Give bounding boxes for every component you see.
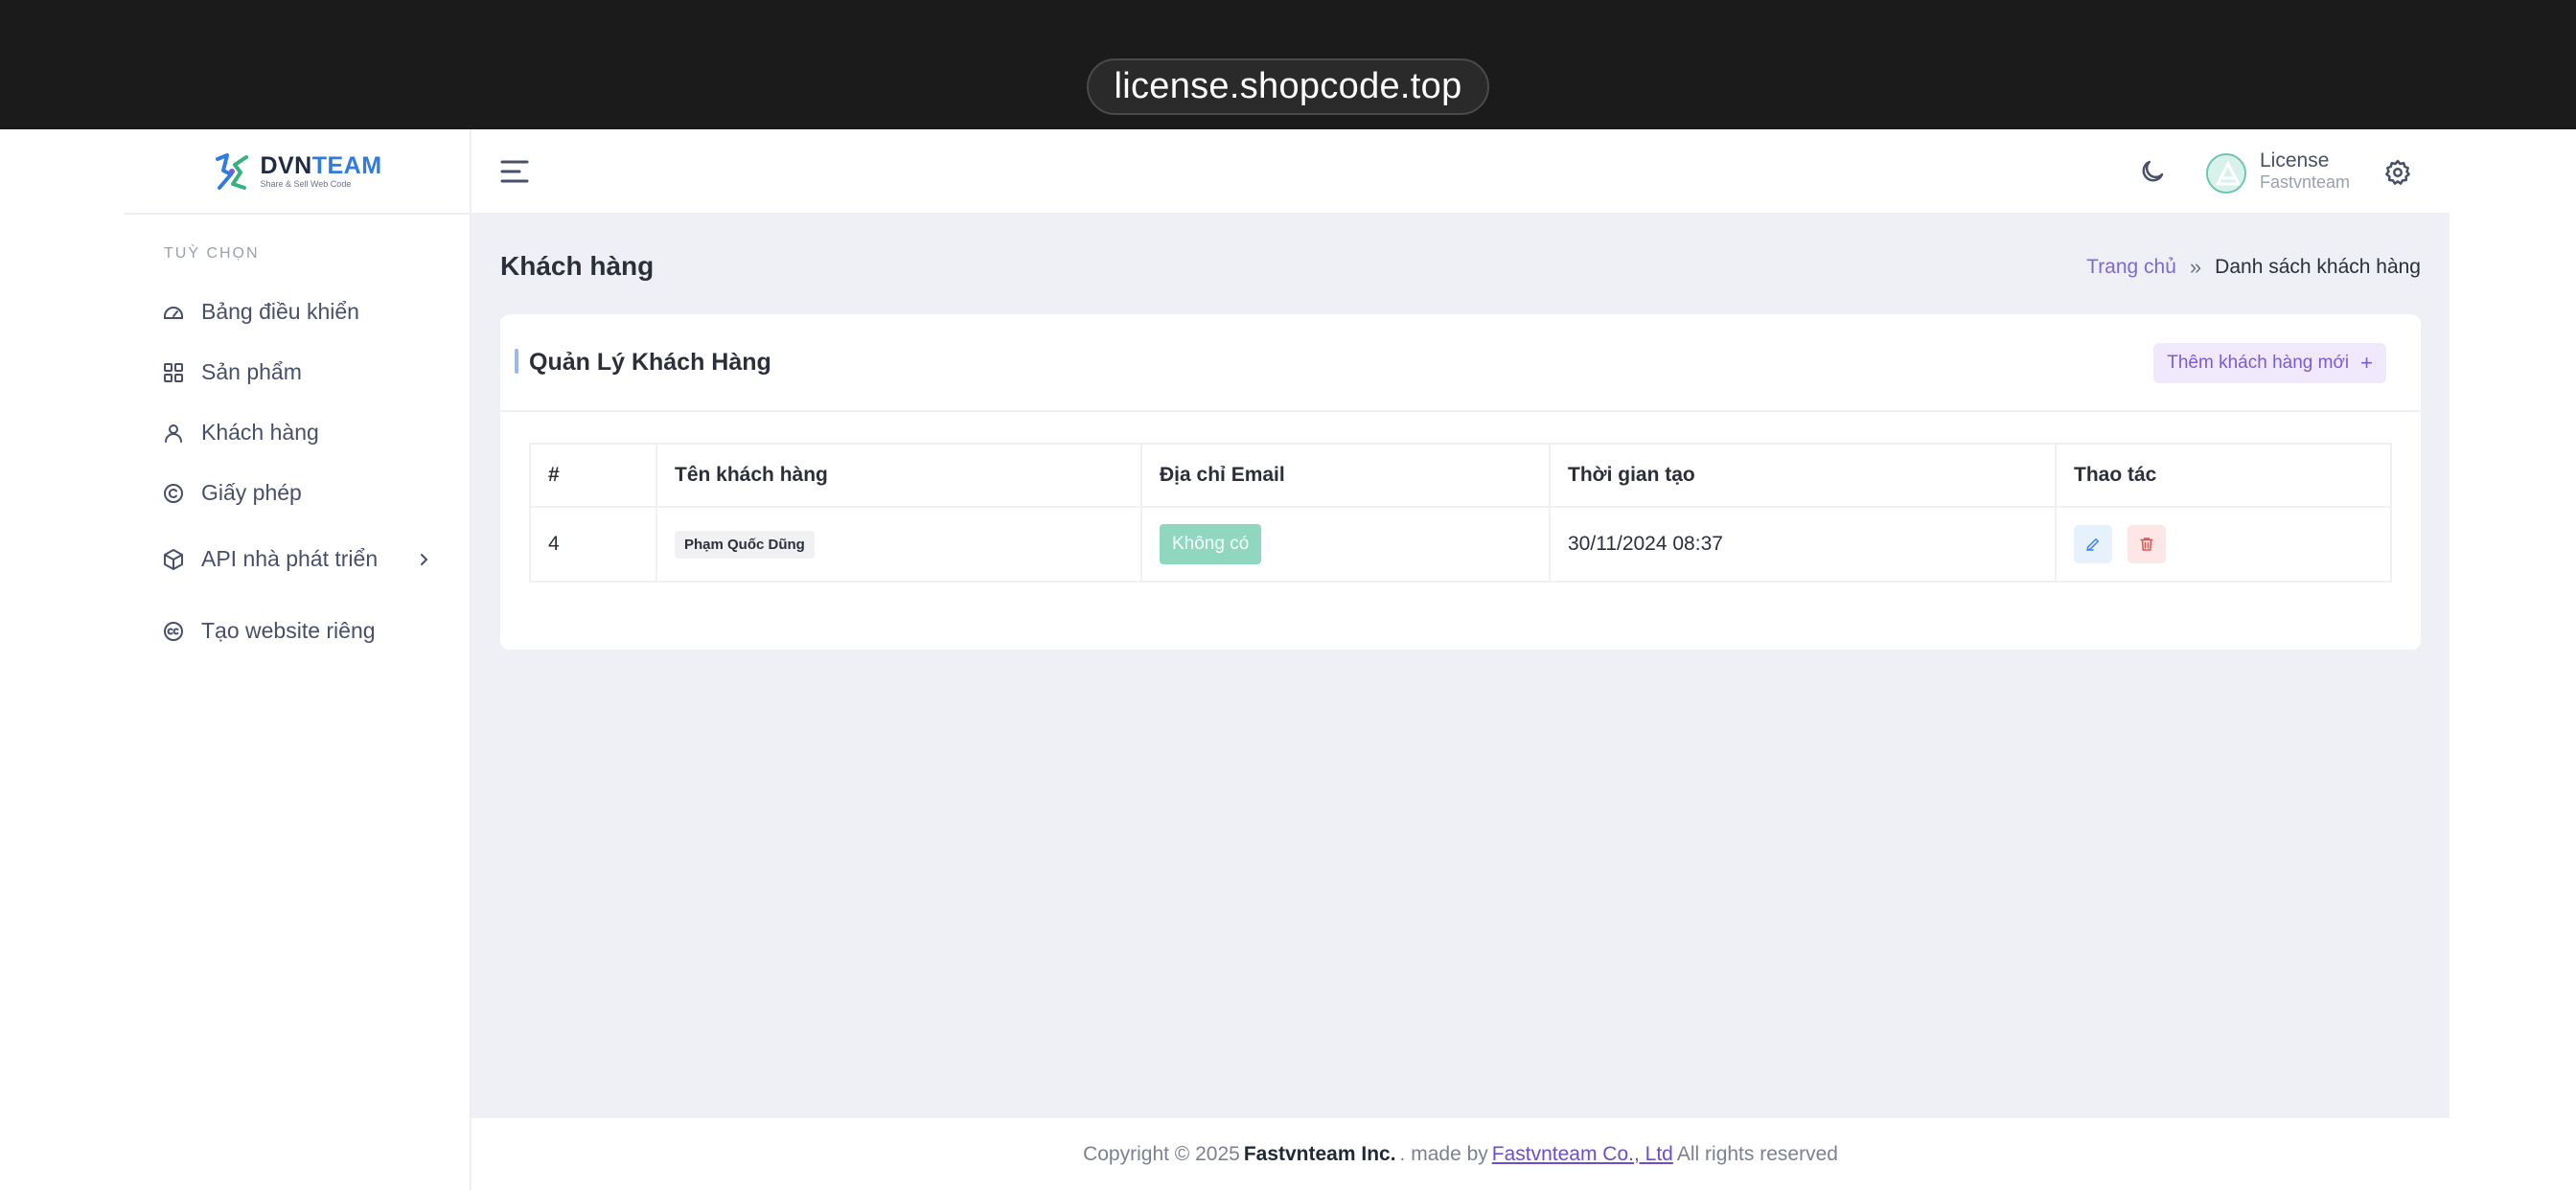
menu-section-title: TUỲ CHỌN — [164, 245, 260, 262]
sidebar-item-label: Bảng điều khiển — [201, 299, 359, 324]
add-customer-label: Thêm khách hàng mới — [2167, 353, 2350, 373]
sidebar-item-products[interactable]: Sản phẩm — [125, 342, 470, 402]
customer-management-card: Quản Lý Khách Hàng Thêm khách hàng mới +… — [500, 314, 2421, 650]
cell-name: Phạm Quốc Dũng — [656, 506, 1142, 583]
breadcrumb: Trang chủ » Danh sách khách hàng — [2086, 255, 2421, 280]
table-header-row: # Tên khách hàng Địa chỉ Email Thời gian… — [529, 443, 2392, 508]
hamburger-menu-icon[interactable] — [500, 158, 529, 185]
column-header-index: # — [529, 443, 657, 508]
dashboard-icon — [161, 300, 186, 325]
main-content: Khách hàng Trang chủ » Danh sách khách h… — [472, 215, 2450, 1118]
browser-top-bar: license.shopcode.top — [0, 0, 2576, 129]
footer-made-by: . made by — [1399, 1142, 1488, 1165]
add-customer-button[interactable]: Thêm khách hàng mới + — [2153, 343, 2386, 383]
user-name[interactable]: License — [2260, 149, 2329, 172]
breadcrumb-current: Danh sách khách hàng — [2215, 256, 2421, 278]
sidebar: DVNTEAM Share & Sell Web Code TUỲ CHỌN B… — [125, 129, 472, 1190]
moon-icon[interactable] — [2138, 157, 2167, 186]
plus-icon: + — [2360, 351, 2373, 375]
delete-button[interactable] — [2127, 525, 2166, 563]
user-icon — [161, 421, 186, 446]
email-status-badge: Không có — [1160, 524, 1262, 564]
footer-company-link[interactable]: Fastvnteam Co., Ltd — [1492, 1143, 1673, 1166]
column-header-email: Địa chỉ Email — [1140, 443, 1551, 508]
sidebar-item-licenses[interactable]: Giấy phép — [125, 463, 470, 523]
cell-email: Không có — [1140, 506, 1551, 583]
sidebar-item-label: Sản phẩm — [201, 359, 302, 384]
url-bar[interactable]: license.shopcode.top — [1087, 58, 1489, 115]
breadcrumb-home-link[interactable]: Trang chủ — [2086, 256, 2176, 279]
card-title-accent — [515, 349, 518, 374]
creative-commons-icon — [161, 619, 186, 644]
sidebar-item-customers[interactable]: Khách hàng — [125, 402, 470, 463]
footer-copyright: Copyright © 2025 — [1083, 1142, 1240, 1165]
edit-button[interactable] — [2074, 525, 2112, 563]
column-header-actions: Thao tác — [2055, 443, 2392, 508]
sidebar-item-create-website[interactable]: Tạo website riêng — [125, 595, 470, 667]
breadcrumb-separator: » — [2189, 255, 2202, 279]
page-title: Khách hàng — [500, 251, 655, 281]
sidebar-menu: Bảng điều khiển Sản phẩm Khách hàng Giấy… — [125, 282, 470, 667]
table-row: 4 Phạm Quốc Dũng Không có 30/11/2024 08:… — [529, 506, 2392, 583]
column-header-name: Tên khách hàng — [656, 443, 1142, 508]
card-title: Quản Lý Khách Hàng — [529, 349, 771, 376]
brand-tagline: Share & Sell Web Code — [260, 178, 352, 189]
cell-index: 4 — [529, 506, 657, 583]
brand-logo-icon — [216, 152, 249, 190]
column-header-created: Thời gian tạo — [1549, 443, 2057, 508]
avatar[interactable] — [2206, 153, 2246, 194]
sidebar-item-dashboard[interactable]: Bảng điều khiển — [125, 282, 470, 342]
brand-logo[interactable]: DVNTEAM Share & Sell Web Code — [125, 129, 470, 215]
footer: Copyright © 2025 Fastvnteam Inc. . made … — [472, 1118, 2450, 1190]
cube-icon — [161, 547, 186, 572]
sidebar-item-label: Giấy phép — [201, 480, 302, 505]
chevron-right-icon — [421, 553, 428, 565]
grid-icon — [161, 360, 186, 385]
brand-name: DVNTEAM — [260, 151, 382, 179]
footer-rights: All rights reserved — [1676, 1142, 1838, 1165]
cell-actions — [2055, 506, 2392, 583]
sidebar-item-developer-api[interactable]: API nhà phát triển — [125, 523, 470, 595]
sidebar-item-label: Tạo website riêng — [201, 618, 376, 643]
copyright-icon — [161, 481, 186, 506]
customer-name-badge: Phạm Quốc Dũng — [675, 530, 815, 559]
gear-icon[interactable] — [2383, 158, 2412, 187]
user-organization: Fastvnteam — [2260, 172, 2351, 192]
sidebar-item-label: Khách hàng — [201, 420, 319, 445]
cell-created: 30/11/2024 08:37 — [1549, 506, 2057, 583]
pencil-icon — [2086, 538, 2099, 551]
sidebar-item-label: API nhà phát triển — [201, 546, 379, 571]
card-header: Quản Lý Khách Hàng Thêm khách hàng mới + — [500, 314, 2421, 412]
customer-table: # Tên khách hàng Địa chỉ Email Thời gian… — [529, 443, 2392, 583]
footer-company: Fastvnteam Inc. — [1243, 1142, 1396, 1165]
trash-icon — [2140, 538, 2153, 551]
